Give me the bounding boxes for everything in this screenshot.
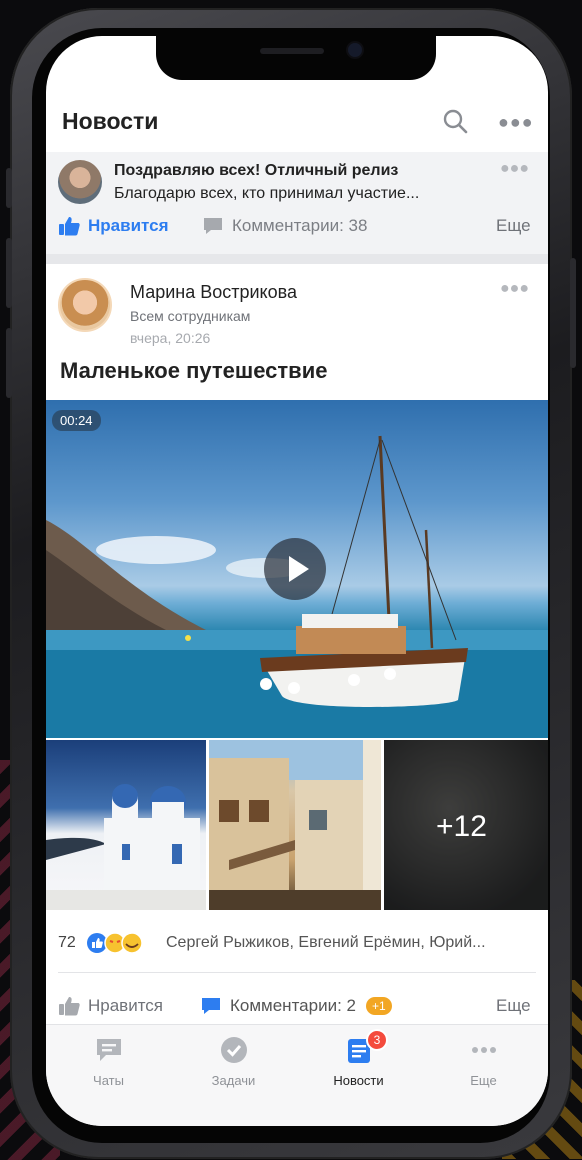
comments-button[interactable]: Комментарии: 38	[202, 216, 367, 236]
photo-thumbnail-church[interactable]	[46, 740, 206, 910]
notification-badge: 3	[366, 1029, 388, 1051]
post-title: Поздравляю всех! Отличный релиз	[114, 162, 399, 179]
more-link[interactable]: Еще	[496, 996, 531, 1016]
tab-tasks[interactable]: Задачи	[171, 1035, 296, 1088]
post-audience: Всем сотрудникам	[130, 308, 251, 324]
church-image	[46, 784, 206, 910]
comments-label: Комментарии: 38	[232, 216, 368, 235]
tab-more[interactable]: Еще	[421, 1035, 546, 1088]
like-button[interactable]: Нравится	[58, 996, 163, 1016]
post-timestamp: вчера, 20:26	[130, 330, 211, 346]
check-icon	[220, 1037, 247, 1063]
avatar[interactable]	[58, 278, 112, 332]
chat-icon	[96, 1039, 121, 1061]
post-title: Маленькое путешествие	[60, 358, 328, 383]
photo-thumbnail-more[interactable]: +12	[384, 740, 548, 910]
page-title: Новости	[62, 108, 159, 134]
reactors-list: Сергей Рыжиков, Евгений Ерёмин, Юрий...	[166, 934, 486, 951]
avatar[interactable]	[58, 160, 102, 204]
post-card-1[interactable]: Поздравляю всех! Отличный релиз Благодар…	[46, 152, 548, 254]
thumbs-up-icon	[59, 217, 80, 236]
tab-news[interactable]: 3 Новости	[296, 1029, 421, 1088]
photo-grid: +12	[46, 740, 548, 910]
comments-label: Комментарии: 2	[230, 996, 356, 1015]
post-preview-text: Благодарю всех, кто принимал участие...	[114, 185, 420, 202]
app-screen: Новости ●●● Поздравляю всех! Отличный ре…	[46, 36, 548, 1126]
top-header: Новости ●●●	[46, 96, 548, 152]
photo-thumbnail-street[interactable]	[209, 740, 381, 910]
like-label: Нравится	[88, 996, 164, 1015]
comment-icon	[202, 998, 220, 1014]
search-icon[interactable]	[442, 108, 468, 134]
reactions-count: 72	[58, 934, 76, 951]
earpiece-speaker	[260, 48, 324, 54]
divider	[58, 972, 536, 973]
post-separator	[46, 254, 548, 264]
more-dots-icon	[471, 1047, 496, 1053]
tab-chats[interactable]: Чаты	[46, 1035, 171, 1088]
new-comments-badge: +1	[365, 997, 392, 1015]
post-menu-icon[interactable]: ●●●	[500, 280, 529, 298]
bottom-tab-bar: Чаты Задачи 3 Новости Еще	[46, 1024, 548, 1126]
volume-down-button	[6, 328, 12, 398]
more-photos-count: +12	[436, 810, 487, 843]
reaction-emojis-icon	[87, 932, 143, 954]
comments-button[interactable]: Комментарии: 2 +1	[200, 996, 392, 1016]
reactions-row[interactable]: 72 Сергей Рыжиков, Евгений Ерёмин, Юрий.…	[58, 932, 536, 958]
header-more-icon[interactable]: ●●●	[498, 112, 534, 133]
post-actions: Нравится Комментарии: 2 +1 Еще	[46, 996, 548, 1024]
post-actions: Нравится Комментарии: 38 Еще	[46, 216, 548, 244]
video-player[interactable]: 00:24	[46, 400, 548, 738]
mute-switch	[6, 168, 12, 208]
tab-label: Еще	[470, 1073, 497, 1088]
front-camera	[348, 43, 362, 57]
notch	[156, 36, 436, 80]
tab-label: Задачи	[211, 1073, 256, 1088]
street-image	[209, 740, 381, 910]
comment-icon	[204, 218, 222, 234]
power-button	[570, 258, 576, 368]
like-label: Нравится	[88, 216, 169, 235]
more-link[interactable]: Еще	[496, 216, 531, 236]
post-menu-icon[interactable]: ●●●	[500, 160, 529, 178]
like-button[interactable]: Нравится	[58, 216, 169, 236]
play-icon[interactable]	[264, 538, 326, 600]
tab-label: Чаты	[93, 1073, 124, 1088]
author-name[interactable]: Марина Вострикова	[130, 282, 297, 303]
video-duration-badge: 00:24	[52, 410, 101, 431]
tab-label: Новости	[333, 1073, 384, 1088]
thumbs-up-icon	[59, 997, 80, 1016]
volume-up-button	[6, 238, 12, 308]
